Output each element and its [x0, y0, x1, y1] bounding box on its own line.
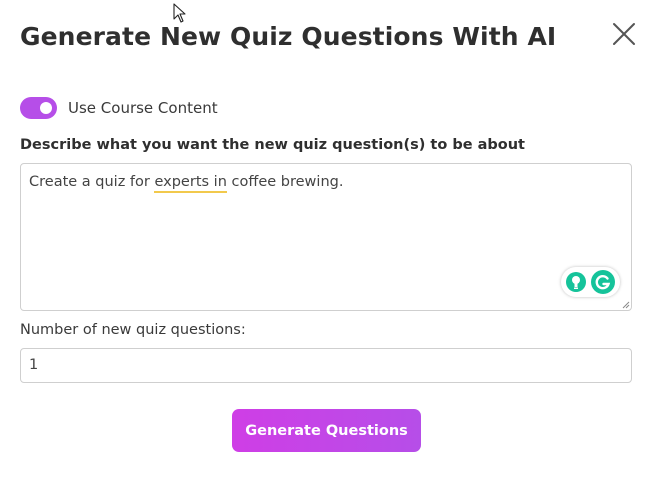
close-button[interactable]: [611, 21, 637, 47]
question-count-input[interactable]: 1: [20, 348, 632, 383]
question-count-value: 1: [29, 357, 39, 373]
grammarly-icon[interactable]: [591, 270, 616, 294]
use-course-content-toggle[interactable]: [20, 97, 57, 119]
toggle-label: Use Course Content: [68, 99, 218, 117]
prompt-text-start: Create a quiz for: [29, 174, 155, 190]
prompt-label: Describe what you want the new quiz ques…: [20, 137, 525, 153]
dialog-title: Generate New Quiz Questions With AI: [20, 22, 557, 51]
lightbulb-icon[interactable]: [565, 272, 586, 292]
mouse-cursor-icon: [173, 3, 186, 23]
question-count-label: Number of new quiz questions:: [20, 322, 246, 338]
resize-handle-icon[interactable]: [622, 301, 630, 309]
grammar-suggestion-underline[interactable]: experts in: [154, 174, 227, 193]
close-icon: [613, 23, 635, 45]
generate-questions-button[interactable]: Generate Questions: [232, 409, 421, 452]
ai-quiz-dialog: Generate New Quiz Questions With AI Use …: [0, 0, 655, 494]
prompt-textarea[interactable]: Create a quiz for experts in coffee brew…: [20, 163, 632, 311]
prompt-text: Create a quiz for experts in coffee brew…: [29, 174, 344, 193]
grammarly-widget: [561, 267, 620, 297]
use-course-content-row: Use Course Content: [20, 97, 218, 119]
prompt-text-end: coffee brewing.: [226, 174, 344, 190]
toggle-knob: [40, 102, 52, 114]
